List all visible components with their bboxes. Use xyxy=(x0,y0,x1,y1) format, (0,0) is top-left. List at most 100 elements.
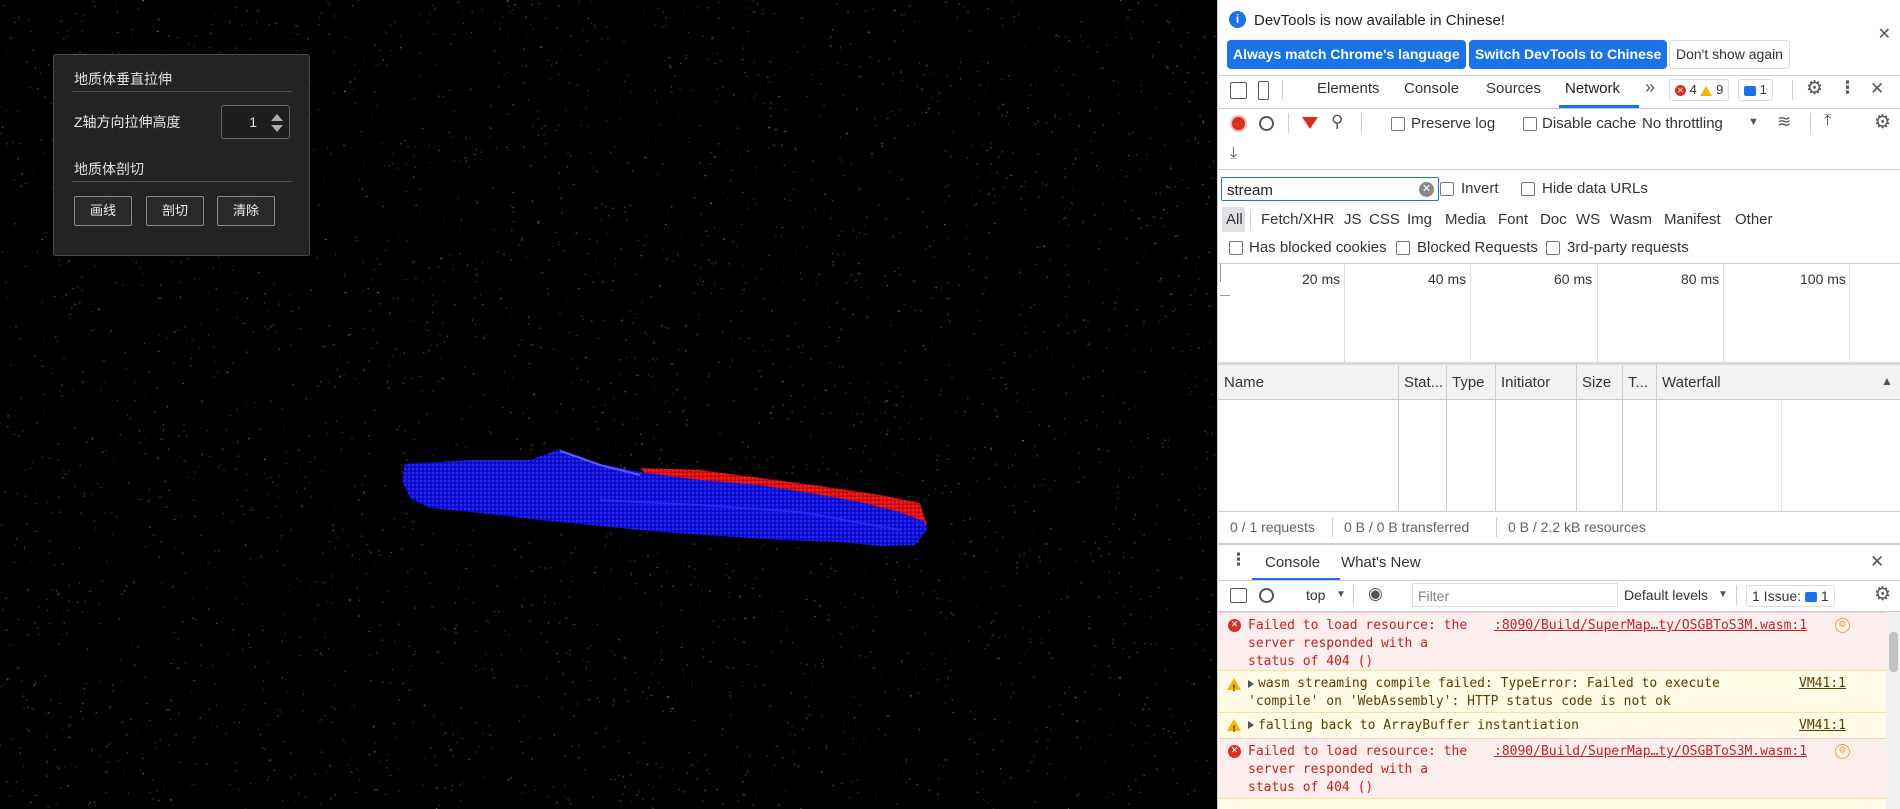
close-infobar-icon[interactable]: ✕ xyxy=(1878,24,1891,44)
extension-icon[interactable]: ⚙ xyxy=(1835,744,1850,759)
type-filter-css[interactable]: CSS xyxy=(1369,211,1400,228)
devtools-panel: i DevTools is now available in Chinese! … xyxy=(1217,0,1900,809)
clear-filter-icon[interactable]: ✕ xyxy=(1419,182,1434,197)
console-message-error[interactable]: ✕ Failed to load resource: the server re… xyxy=(1218,612,1886,670)
type-filter-all[interactable]: All xyxy=(1226,211,1243,228)
timeline-tick: 100 ms xyxy=(1800,271,1846,287)
type-filter-js[interactable]: JS xyxy=(1344,211,1362,228)
dont-show-again-button[interactable]: Don't show again xyxy=(1669,40,1790,69)
console-source-link[interactable]: VM41:1 xyxy=(1799,717,1846,735)
hide-data-urls-checkbox[interactable] xyxy=(1521,182,1535,196)
sort-ascending-icon[interactable]: ▲ xyxy=(1881,374,1893,388)
third-party-requests-label: 3rd-party requests xyxy=(1567,239,1689,256)
extension-icon[interactable]: ⚙ xyxy=(1835,618,1850,633)
console-message-warning[interactable]: falling back to ArrayBuffer instantiatio… xyxy=(1218,712,1886,739)
console-settings-gear-icon[interactable]: ⚙ xyxy=(1874,583,1891,606)
device-toolbar-icon[interactable] xyxy=(1258,81,1269,100)
inspect-element-icon[interactable] xyxy=(1230,82,1247,99)
console-message-line: 'compile' on 'WebAssembly': HTTP status … xyxy=(1248,694,1671,709)
timeline-tick: 60 ms xyxy=(1554,271,1593,287)
console-sidebar-icon[interactable] xyxy=(1230,588,1247,603)
preserve-log-checkbox[interactable] xyxy=(1391,117,1405,131)
tab-elements[interactable]: Elements xyxy=(1317,80,1380,97)
expand-triangle-icon[interactable] xyxy=(1248,680,1254,688)
settings-gear-icon[interactable]: ⚙ xyxy=(1806,77,1823,100)
network-conditions-icon[interactable]: ≋ xyxy=(1777,112,1791,132)
has-blocked-cookies-checkbox[interactable] xyxy=(1229,241,1243,255)
type-filter-wasm[interactable]: Wasm xyxy=(1610,211,1652,228)
messages-counter-badge[interactable]: 1 xyxy=(1738,79,1773,101)
issues-counter-badge[interactable]: ✕ 4 9 xyxy=(1669,79,1730,101)
filter-funnel-icon[interactable] xyxy=(1302,117,1318,129)
clear-log-icon[interactable] xyxy=(1259,116,1274,131)
stepper-down-arrow-icon[interactable] xyxy=(271,125,283,132)
tab-console[interactable]: Console xyxy=(1404,80,1459,97)
throttling-select[interactable]: No throttling xyxy=(1642,115,1723,132)
tab-sources[interactable]: Sources xyxy=(1486,80,1541,97)
console-message-warning[interactable] xyxy=(1218,798,1886,809)
console-source-link[interactable]: :8090/Build/SuperMap…ty/OSGBToS3M.wasm:1 xyxy=(1494,617,1807,635)
type-filter-img[interactable]: Img xyxy=(1407,211,1432,228)
log-levels-select[interactable]: Default levels xyxy=(1624,587,1708,603)
console-message-warning[interactable]: wasm streaming compile failed: TypeError… xyxy=(1218,670,1886,712)
clear-console-icon[interactable] xyxy=(1259,588,1274,603)
drawer-tab-whats-new[interactable]: What's New xyxy=(1341,554,1421,571)
console-filter-input[interactable]: Filter xyxy=(1412,583,1618,607)
export-har-icon[interactable]: ⤓ xyxy=(1230,145,1237,163)
panel-divider xyxy=(72,181,292,182)
live-expression-eye-icon[interactable]: ◉ xyxy=(1368,584,1383,604)
column-header-name[interactable]: Name xyxy=(1224,374,1264,391)
3d-viewport[interactable]: 地质体垂直拉伸 Z轴方向拉伸高度 1 地质体剖切 画线 剖切 清除 xyxy=(0,0,1217,809)
column-header-size[interactable]: Size xyxy=(1582,374,1611,391)
tab-network[interactable]: Network xyxy=(1565,80,1620,97)
column-header-type[interactable]: Type xyxy=(1452,374,1485,391)
close-devtools-icon[interactable]: ✕ xyxy=(1870,79,1884,99)
invert-checkbox[interactable] xyxy=(1440,182,1454,196)
z-extrude-height-stepper[interactable]: 1 xyxy=(221,105,290,139)
search-icon[interactable]: ⚲ xyxy=(1331,112,1343,132)
console-message-error[interactable]: ✕ Failed to load resource: the server re… xyxy=(1218,738,1886,798)
column-header-initiator[interactable]: Initiator xyxy=(1501,374,1550,391)
draw-line-button[interactable]: 画线 xyxy=(74,196,132,226)
more-tabs-icon[interactable]: » xyxy=(1645,77,1655,98)
match-language-button[interactable]: Always match Chrome's language xyxy=(1227,40,1466,69)
record-icon[interactable] xyxy=(1230,115,1247,132)
stepper-up-arrow-icon[interactable] xyxy=(271,114,283,121)
resources-size: 0 B / 2.2 kB resources xyxy=(1508,519,1646,535)
context-selector[interactable]: top xyxy=(1306,587,1325,603)
type-filter-manifest[interactable]: Manifest xyxy=(1664,211,1721,228)
type-filter-doc[interactable]: Doc xyxy=(1540,211,1567,228)
log-levels-dropdown-icon[interactable]: ▼ xyxy=(1718,589,1728,600)
type-filter-ws[interactable]: WS xyxy=(1576,211,1600,228)
switch-to-chinese-button[interactable]: Switch DevTools to Chinese xyxy=(1469,40,1668,69)
type-filter-fetch-xhr[interactable]: Fetch/XHR xyxy=(1261,211,1334,228)
context-dropdown-icon[interactable]: ▼ xyxy=(1336,589,1346,600)
drawer-tab-console[interactable]: Console xyxy=(1265,554,1320,571)
console-scrollbar-thumb[interactable] xyxy=(1889,632,1898,672)
expand-triangle-icon[interactable] xyxy=(1248,721,1254,729)
console-scrollbar[interactable] xyxy=(1886,612,1900,809)
third-party-requests-checkbox[interactable] xyxy=(1546,241,1560,255)
issues-button[interactable]: 1 Issue: 1 xyxy=(1746,585,1835,607)
type-filter-other[interactable]: Other xyxy=(1735,211,1773,228)
cut-button[interactable]: 剖切 xyxy=(146,196,204,226)
console-source-link[interactable]: VM41:1 xyxy=(1799,675,1846,693)
more-options-kebab-icon[interactable]: ⋮ xyxy=(1839,78,1856,98)
network-settings-gear-icon[interactable]: ⚙ xyxy=(1874,111,1891,134)
drawer-menu-kebab-icon[interactable]: ⋮ xyxy=(1230,550,1247,570)
column-header-status[interactable]: Stat... xyxy=(1404,374,1443,391)
type-filter-media[interactable]: Media xyxy=(1445,211,1486,228)
column-header-waterfall[interactable]: Waterfall xyxy=(1662,374,1721,391)
invert-label: Invert xyxy=(1461,180,1499,197)
console-source-link[interactable]: :8090/Build/SuperMap…ty/OSGBToS3M.wasm:1 xyxy=(1494,743,1807,761)
type-filter-font[interactable]: Font xyxy=(1498,211,1528,228)
throttling-dropdown-icon[interactable]: ▼ xyxy=(1748,116,1759,128)
close-drawer-icon[interactable]: ✕ xyxy=(1870,552,1884,572)
blocked-requests-checkbox[interactable] xyxy=(1396,241,1410,255)
disable-cache-checkbox[interactable] xyxy=(1523,117,1537,131)
warning-icon xyxy=(1227,719,1241,739)
clear-button[interactable]: 清除 xyxy=(217,196,275,226)
column-header-time[interactable]: T... xyxy=(1628,374,1648,391)
import-har-icon[interactable]: ⤒ xyxy=(1824,112,1831,130)
network-filter-input[interactable]: stream ✕ xyxy=(1221,177,1439,201)
